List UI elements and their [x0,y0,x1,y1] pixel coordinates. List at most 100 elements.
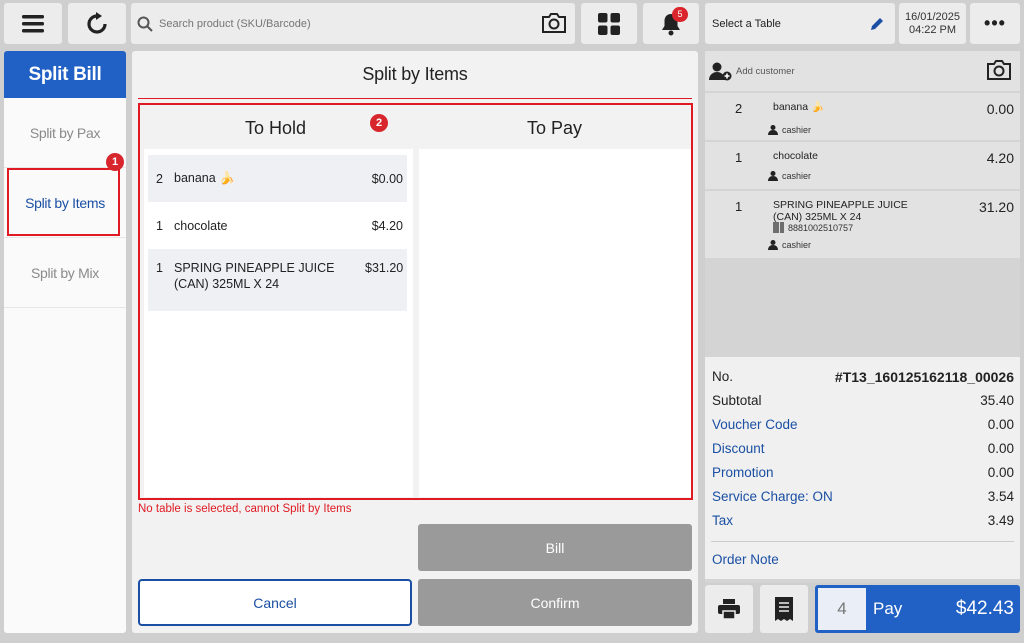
title-divider [138,98,692,99]
refresh-button[interactable] [68,3,126,44]
to-hold-list: 2 banana 🍌 $0.00 1 chocolate $4.20 1 SPR… [144,149,413,497]
cart-item[interactable]: 1 chocolate 4.20 cashier [705,142,1020,189]
cart-item-staff-name: cashier [782,125,812,135]
table-selector[interactable]: Select a Table [705,3,895,44]
cancel-button[interactable]: Cancel [138,579,412,626]
sidebar-item-label: Split by Mix [31,264,99,281]
pencil-edit-icon[interactable] [869,16,885,32]
step-marker-2: 2 [370,114,388,132]
tax-label: Tax [712,513,734,528]
cart-item-name: chocolate [773,150,818,162]
item-name: banana 🍌 [174,171,235,185]
order-number-value: #T13_160125162118_00026 [834,369,1014,385]
bill-button[interactable]: Bill [418,524,692,571]
order-number-row: No. #T13_160125162118_00026 [712,369,1014,385]
discount-row[interactable]: Discount 0.00 [712,441,1014,456]
date-text: 16/01/2025 [904,10,961,23]
voucher-label: Voucher Code [712,417,798,432]
cart-item[interactable]: 2 banana 🍌 0.00 cashier [705,93,1020,140]
camera-icon[interactable] [986,59,1012,81]
confirm-button[interactable]: Confirm [418,579,692,626]
notifications-button[interactable]: 5 [643,3,699,44]
cart-item-staff: cashier [767,124,811,136]
discount-value: 0.00 [987,441,1014,456]
summary-divider [711,541,1014,542]
order-number-label: No. [712,369,734,384]
camera-scan-icon[interactable] [541,12,567,34]
item-qty: 1 [156,218,163,233]
item-price: $0.00 [371,171,403,186]
cart-item-staff: cashier [767,239,811,251]
voucher-value: 0.00 [987,417,1014,432]
print-button[interactable] [705,585,753,633]
item-price: $4.20 [371,218,403,233]
order-note-link[interactable]: Order Note [712,552,779,567]
promotion-row[interactable]: Promotion 0.00 [712,465,1014,480]
service-charge-label: Service Charge: ON [712,489,833,504]
voucher-row[interactable]: Voucher Code 0.00 [712,417,1014,432]
order-summary: No. #T13_160125162118_00026 Subtotal 35.… [705,357,1020,579]
cart-item-staff-name: cashier [782,171,812,181]
time-text: 04:22 PM [908,23,957,36]
item-qty: 1 [156,261,163,275]
cashier-user-icon [768,171,778,181]
subtotal-row: Subtotal 35.40 [712,393,1014,408]
categories-grid-button[interactable] [581,3,637,44]
list-item[interactable]: 1 SPRING PINEAPPLE JUICE (CAN) 325ML X 2… [148,249,407,311]
hamburger-menu-icon [22,14,44,32]
cart-item-qty: 1 [735,150,743,165]
cart-item-price: 31.20 [978,199,1014,215]
cashier-user-icon [768,125,778,135]
cart-item-qty: 2 [735,101,743,116]
refresh-icon [87,11,107,34]
search-input[interactable] [159,17,519,30]
receipt-button[interactable] [760,585,808,633]
more-options-button[interactable]: ••• [970,3,1020,44]
cart-item-name: banana 🍌 [773,101,825,113]
error-message: No table is selected, cannot Split by It… [138,503,352,515]
cart-item-staff-name: cashier [782,240,812,250]
add-user-icon [709,62,732,81]
cashier-user-icon [768,240,778,250]
item-qty: 2 [156,171,163,186]
tax-row[interactable]: Tax 3.49 [712,513,1014,528]
receipt-icon [775,597,793,621]
promotion-value: 0.00 [987,465,1014,480]
step-marker-1: 1 [106,153,124,171]
highlight-frame-1 [7,168,120,236]
search-bar [131,3,575,44]
sidebar-item-split-by-mix[interactable]: Split by Mix [4,238,126,308]
grid-icon [598,12,620,35]
split-bill-sidebar: Split Bill Split by Pax Split by Items S… [4,51,126,633]
discount-label: Discount [712,441,765,456]
add-customer-label: Add customer [736,65,795,77]
item-price: $31.20 [365,261,404,275]
item-name: chocolate [174,218,228,233]
pay-button[interactable]: 4 Pay $42.43 [815,585,1020,633]
sidebar-title: Split Bill [4,51,126,98]
subtotal-value: 35.40 [980,393,1014,408]
sidebar-item-label: Split by Pax [29,124,101,141]
split-columns-frame: To Hold To Pay 2 banana 🍌 $0.00 1 chocol… [138,103,693,500]
cart-item-sku-text: 8881002510757 [788,222,854,233]
tax-value: 3.49 [987,513,1014,528]
item-name: SPRING PINEAPPLE JUICE (CAN) 325ML X 24 [174,261,335,291]
list-item[interactable]: 2 banana 🍌 $0.00 [148,155,407,202]
date-time: 16/01/2025 04:22 PM [899,3,966,44]
cart-item[interactable]: 1 SPRING PINEAPPLE JUICE (CAN) 325ML X 2… [705,191,1020,258]
cart-item-sku: 8881002510757 [773,222,853,233]
list-item[interactable]: 1 chocolate $4.20 [148,202,407,249]
promotion-label: Promotion [712,465,774,480]
notification-count-badge: 5 [672,7,688,22]
to-pay-list [419,149,691,497]
menu-button[interactable] [4,3,62,44]
barcode-icon [773,222,784,233]
more-dots-icon: ••• [984,13,1006,33]
add-customer-row[interactable]: Add customer [705,51,1020,91]
service-charge-row[interactable]: Service Charge: ON 3.54 [712,489,1014,504]
cart-item-qty: 1 [735,199,743,214]
cart-item-price: 4.20 [986,150,1014,166]
printer-icon [718,599,740,620]
cart-item-price: 0.00 [986,101,1014,117]
page-title: Split by Items [362,64,468,84]
